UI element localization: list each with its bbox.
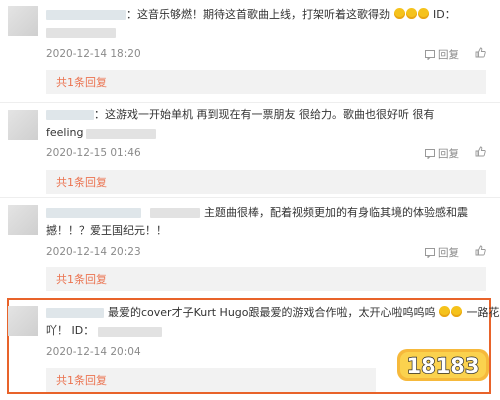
- thumbs-up-icon: [475, 245, 486, 256]
- view-replies-link[interactable]: 共1条回复: [56, 372, 107, 388]
- reply-button[interactable]: 回复: [425, 47, 459, 62]
- reply-button[interactable]: 回复: [425, 146, 459, 161]
- reply-button[interactable]: 回复: [425, 245, 459, 260]
- username-redacted[interactable]: [46, 208, 141, 218]
- reply-icon: [425, 148, 435, 159]
- id-redacted: [46, 28, 116, 38]
- like-button[interactable]: [475, 146, 486, 157]
- username-redacted[interactable]: [46, 10, 126, 20]
- id-redacted: [98, 327, 162, 337]
- avatar[interactable]: [8, 306, 38, 336]
- laugh-emoji-icon: [405, 8, 417, 19]
- comment-text-line-2: 吖！ ID：: [46, 324, 95, 337]
- timestamp: 2020-12-15 01:46: [46, 147, 141, 159]
- reply-area: 共1条回复: [46, 70, 486, 94]
- username-redacted[interactable]: [46, 110, 94, 120]
- site-watermark-logo: 18183: [395, 345, 491, 385]
- timestamp: 2020-12-14 18:20: [46, 48, 141, 60]
- like-button[interactable]: [475, 47, 486, 58]
- reply-area: 共1条回复: [46, 267, 486, 291]
- comment-text-line-2: feeling: [46, 126, 84, 139]
- like-button[interactable]: [475, 245, 486, 256]
- reply-icon: [425, 247, 435, 258]
- divider: [0, 102, 500, 103]
- view-replies-link[interactable]: 共1条回复: [56, 174, 107, 190]
- id-redacted: [86, 129, 156, 139]
- comment-1: ：这音乐够燃！期待这首歌曲上线，打架听着这歌得劲 ID： 2020-12-14 …: [0, 0, 500, 100]
- crying-emoji-icon: [439, 306, 451, 317]
- avatar[interactable]: [8, 6, 38, 36]
- timestamp: 2020-12-14 20:23: [46, 246, 141, 258]
- comment-3: 主题曲很棒，配着视频更加的有身临其境的体验感和震 撼！！？爱王国纪元！！ 202…: [0, 199, 500, 295]
- crying-emoji-icon: [451, 306, 463, 317]
- comment-text: 主题曲很棒，配着视频更加的有身临其境的体验感和震: [204, 206, 468, 219]
- comment-2: ：这游戏一开始单机 再到现在有一票朋友 很给力。歌曲也很好听 很有 feelin…: [0, 104, 500, 200]
- timestamp: 2020-12-14 20:04: [46, 346, 141, 358]
- view-replies-link[interactable]: 共1条回复: [56, 74, 107, 90]
- avatar[interactable]: [8, 205, 38, 235]
- username-redacted[interactable]: [46, 308, 104, 318]
- avatar[interactable]: [8, 110, 38, 140]
- id-redacted: [150, 208, 200, 218]
- comment-text: 最爱的cover才子Kurt Hugo跟最爱的游戏合作啦，太开心啦呜呜呜 一路花…: [108, 306, 500, 319]
- laugh-emoji-icon: [393, 8, 405, 19]
- thumbs-up-icon: [475, 146, 486, 157]
- comment-text: ：这音乐够燃！期待这首歌曲上线，打架听着这歌得劲 ID：: [126, 8, 456, 21]
- comment-text-line-2: 撼！！？爱王国纪元！！: [46, 224, 167, 237]
- laugh-emoji-icon: [417, 8, 429, 19]
- comment-text: ：这游戏一开始单机 再到现在有一票朋友 很给力。歌曲也很好听 很有: [94, 108, 435, 121]
- watermark-logo-text: 18183: [406, 354, 479, 378]
- view-replies-link[interactable]: 共1条回复: [56, 271, 107, 287]
- reply-area: 共1条回复: [46, 368, 376, 392]
- reply-area: 共1条回复: [46, 170, 486, 194]
- divider: [0, 197, 500, 198]
- reply-icon: [425, 49, 435, 60]
- thumbs-up-icon: [475, 47, 486, 58]
